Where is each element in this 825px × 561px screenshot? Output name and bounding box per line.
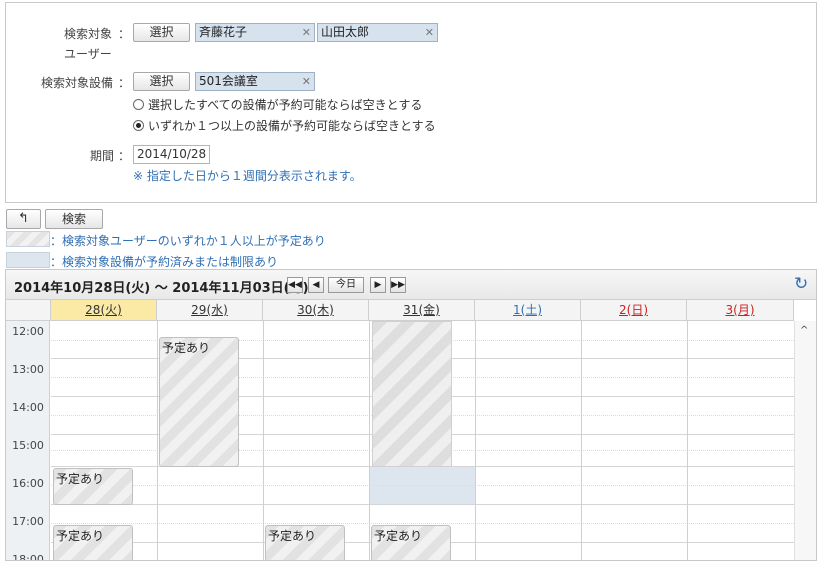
- refresh-icon[interactable]: ↻: [794, 276, 808, 293]
- legend-user-busy-label: ：検索対象ユーザーのいずれか１人以上が予定あり: [50, 234, 326, 248]
- radio-all-label: 選択したすべての設備が予約可能ならば空きとする: [148, 98, 423, 112]
- event-block[interactable]: 予定あり: [265, 525, 345, 560]
- user-chip-1: 斉藤花子 ✕: [195, 23, 315, 42]
- event-label: 予定あり: [56, 529, 105, 543]
- back-button[interactable]: ↰: [6, 209, 41, 229]
- day-header-2[interactable]: 2(日): [581, 300, 687, 321]
- equipment-colon: ：: [118, 76, 131, 90]
- user-label: 検索対象: [64, 27, 113, 41]
- day-separator: [157, 321, 158, 560]
- equipment-chip-1-label: 501会議室: [199, 74, 258, 88]
- period-label: 期間: [90, 149, 115, 163]
- period-colon: ：: [118, 149, 131, 163]
- equipment-chip-1: 501会議室 ✕: [195, 72, 315, 91]
- hour-line: [51, 504, 794, 505]
- equipment-label: 検索対象設備: [41, 76, 114, 90]
- legend-user-busy-swatch: [6, 231, 50, 247]
- time-label-17: 17:00: [12, 515, 44, 528]
- remove-icon[interactable]: ✕: [425, 24, 434, 41]
- next-week-button[interactable]: ▶▶: [390, 277, 406, 293]
- time-label-18: 18:00: [12, 553, 44, 561]
- back-arrow-icon: ↰: [18, 211, 29, 226]
- event-label: 予定あり: [268, 529, 317, 543]
- radio-any-option[interactable]: いずれか１つ以上の設備が予約可能ならば空きとする: [133, 117, 436, 134]
- half-hour-line: [51, 523, 794, 524]
- event-label: 予定あり: [56, 472, 105, 486]
- day-header-31[interactable]: 31(金): [369, 300, 475, 321]
- event-block[interactable]: 予定あり: [159, 337, 239, 467]
- remove-icon[interactable]: ✕: [302, 73, 311, 90]
- user-chip-1-label: 斉藤花子: [199, 25, 248, 39]
- user-chip-2: 山田太郎 ✕: [317, 23, 438, 42]
- today-button[interactable]: 今日: [328, 277, 364, 293]
- day-separator: [687, 321, 688, 560]
- day-separator: [475, 321, 476, 560]
- calendar: 2014年10月28日(火) ～ 2014年11月03日(月) ◀◀ ◀ 今日 …: [5, 269, 817, 561]
- day-header-29[interactable]: 29(水): [157, 300, 263, 321]
- day-separator: [263, 321, 264, 560]
- time-label-15: 15:00: [12, 439, 44, 452]
- user-chip-2-label: 山田太郎: [321, 25, 370, 39]
- search-button[interactable]: 検索: [45, 209, 103, 229]
- scroll-up-icon[interactable]: ^: [800, 325, 808, 336]
- calendar-header: 2014年10月28日(火) ～ 2014年11月03日(月) ◀◀ ◀ 今日 …: [6, 270, 816, 300]
- next-day-button[interactable]: ▶: [370, 277, 386, 293]
- user-colon: ：: [118, 27, 131, 41]
- radio-any-label: いずれか１つ以上の設備が予約可能ならば空きとする: [148, 119, 436, 133]
- radio-button-any[interactable]: [133, 120, 144, 131]
- day-header-1[interactable]: 1(土): [475, 300, 581, 321]
- user-busy-block: [372, 321, 452, 467]
- event-block[interactable]: 予定あり: [53, 525, 133, 560]
- time-label-13: 13:00: [12, 363, 44, 376]
- time-label-12: 12:00: [12, 325, 44, 338]
- event-block[interactable]: 予定あり: [53, 468, 133, 505]
- event-label: 予定あり: [374, 529, 423, 543]
- time-label-16: 16:00: [12, 477, 44, 490]
- period-date-input[interactable]: 2014/10/28: [133, 145, 210, 164]
- select-equipment-button[interactable]: 選択: [133, 72, 190, 91]
- half-hour-line: [51, 485, 794, 486]
- event-label: 予定あり: [162, 341, 211, 355]
- day-header-3[interactable]: 3(月): [687, 300, 794, 321]
- prev-day-button[interactable]: ◀: [308, 277, 324, 293]
- select-users-button[interactable]: 選択: [133, 23, 190, 42]
- calendar-scrollbar[interactable]: [794, 321, 816, 560]
- user-label-2: ユーザー: [64, 47, 112, 61]
- day-header-30[interactable]: 30(木): [263, 300, 369, 321]
- time-label-14: 14:00: [12, 401, 44, 414]
- remove-icon[interactable]: ✕: [302, 24, 311, 41]
- search-panel: 検索対象 ： ユーザー 選択 斉藤花子 ✕ 山田太郎 ✕ 検索対象設備 ： 選択…: [5, 2, 817, 203]
- event-block[interactable]: 予定あり: [371, 525, 451, 560]
- date-range-title: 2014年10月28日(火) ～ 2014年11月03日(月): [14, 281, 309, 296]
- legend-equipment-busy-label: ：検索対象設備が予約済みまたは制限あり: [50, 255, 279, 269]
- day-separator: [581, 321, 582, 560]
- prev-week-button[interactable]: ◀◀: [287, 277, 303, 293]
- radio-all-option[interactable]: 選択したすべての設備が予約可能ならば空きとする: [133, 96, 422, 113]
- period-note: ※ 指定した日から１週間分表示されます。: [133, 169, 362, 183]
- day-header-28[interactable]: 28(火): [51, 300, 157, 321]
- radio-button-all[interactable]: [133, 99, 144, 110]
- time-header-corner: [6, 300, 51, 321]
- legend-equipment-busy-swatch: [6, 252, 50, 268]
- day-separator: [369, 321, 370, 560]
